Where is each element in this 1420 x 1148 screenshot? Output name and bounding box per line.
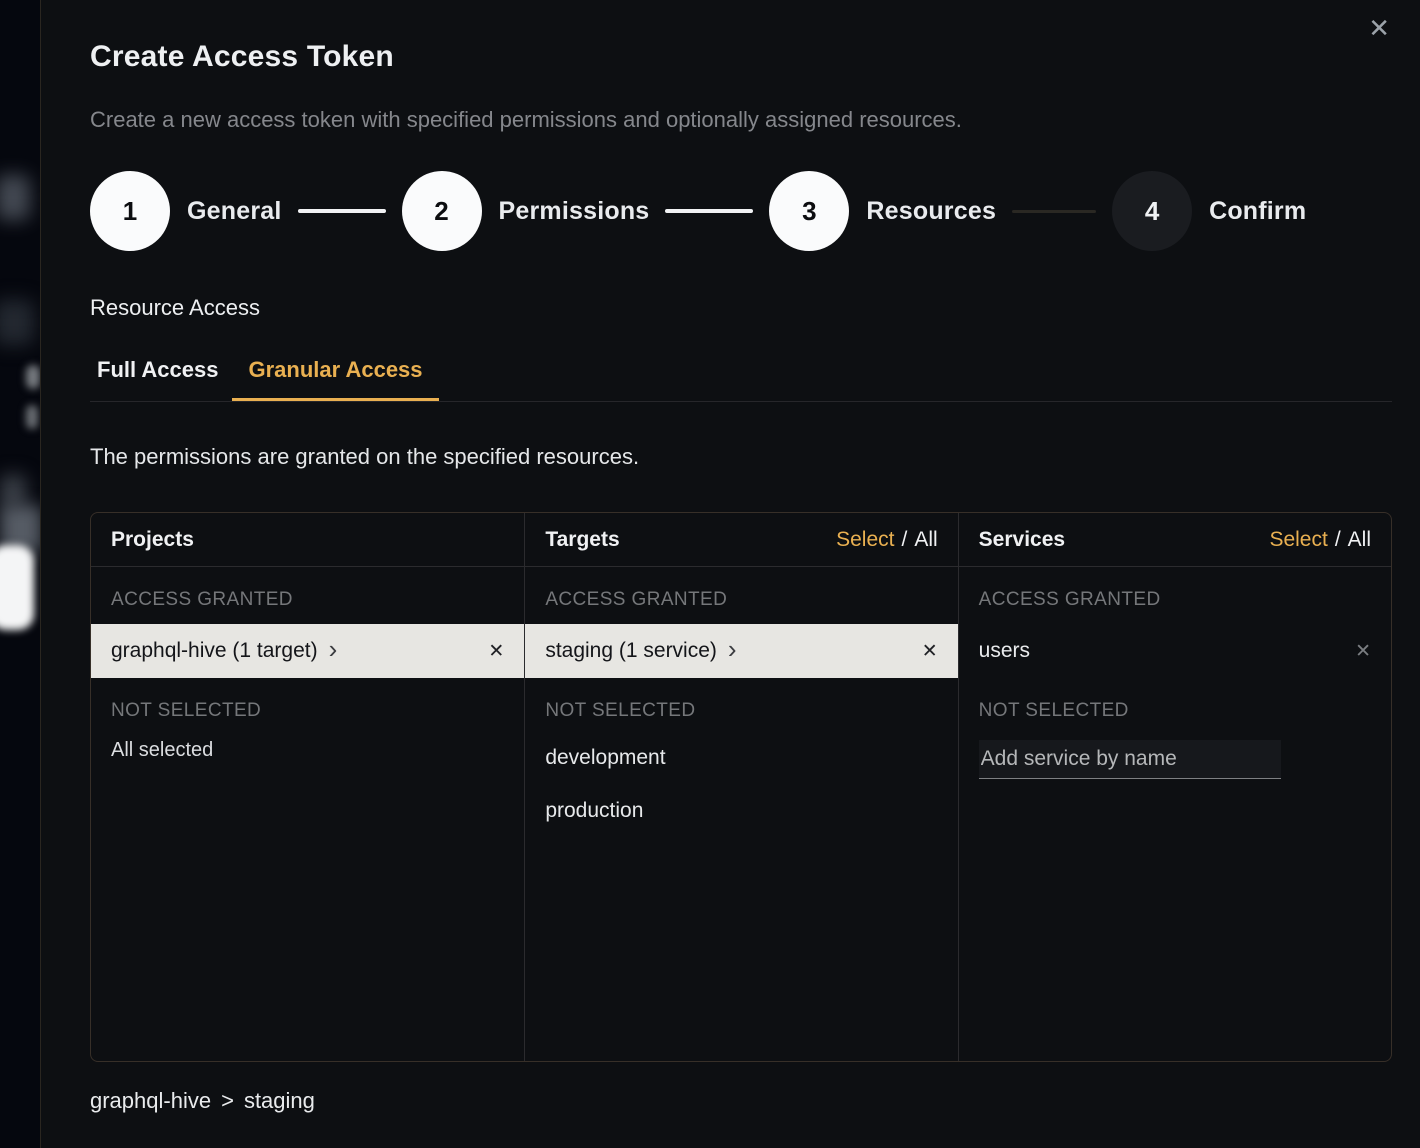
projects-column-header: Projects <box>91 513 524 567</box>
breadcrumb-separator: > <box>221 1088 234 1114</box>
resource-selection-table: Projects ACCESS GRANTED graphql-hive (1 … <box>90 512 1392 1062</box>
backdrop-blurred-button <box>0 545 34 630</box>
remove-service-icon[interactable]: ✕ <box>1355 642 1371 661</box>
step-connector <box>1012 210 1096 213</box>
step-general[interactable]: 1 General <box>90 171 282 251</box>
target-option-development[interactable]: development <box>545 746 937 770</box>
granted-project-name: graphql-hive (1 target) <box>111 639 318 663</box>
step-label-permissions: Permissions <box>499 197 650 226</box>
targets-select-all: Select / All <box>836 528 938 552</box>
stepper: 1 General 2 Permissions 3 Resources 4 Co… <box>90 171 1392 251</box>
services-select-all: Select / All <box>1269 528 1371 552</box>
background-page-strip <box>0 0 41 1148</box>
target-option-production[interactable]: production <box>545 799 937 823</box>
granted-service-name: users <box>979 639 1030 663</box>
modal-subtitle: Create a new access token with specified… <box>90 107 1392 133</box>
step-number-1: 1 <box>90 171 170 251</box>
targets-select-link[interactable]: Select <box>836 528 894 552</box>
targets-not-selected-label: NOT SELECTED <box>545 700 937 722</box>
breadcrumb-target: staging <box>244 1088 315 1114</box>
remove-project-icon[interactable]: ✕ <box>488 642 504 661</box>
remove-target-icon[interactable]: ✕ <box>922 642 938 661</box>
step-label-general: General <box>187 197 282 226</box>
backdrop-blur-shape <box>0 175 30 220</box>
step-number-4: 4 <box>1112 171 1192 251</box>
create-access-token-modal: ✕ Create Access Token Create a new acces… <box>42 0 1420 1148</box>
services-select-link[interactable]: Select <box>1269 528 1327 552</box>
step-confirm[interactable]: 4 Confirm <box>1112 171 1306 251</box>
targets-column-header: Targets Select / All <box>525 513 957 567</box>
granted-target-name: staging (1 service) <box>545 639 717 663</box>
chevron-right-icon: › <box>329 636 338 666</box>
tab-full-access[interactable]: Full Access <box>90 357 240 401</box>
step-connector <box>298 209 386 213</box>
projects-all-selected-note: All selected <box>111 739 504 762</box>
step-label-confirm: Confirm <box>1209 197 1306 226</box>
chevron-right-icon: › <box>728 636 737 666</box>
services-not-selected-label: NOT SELECTED <box>979 700 1371 722</box>
modal-title: Create Access Token <box>90 40 1392 74</box>
access-mode-tabs: Full Access Granular Access <box>90 357 1392 402</box>
resource-access-heading: Resource Access <box>90 295 1392 321</box>
services-column: Services Select / All ACCESS GRANTED use… <box>958 513 1391 1061</box>
targets-column: Targets Select / All ACCESS GRANTED stag… <box>524 513 957 1061</box>
tab-granular-access[interactable]: Granular Access <box>232 357 438 401</box>
step-resources[interactable]: 3 Resources <box>769 171 996 251</box>
select-all-separator: / <box>901 528 907 552</box>
targets-all-link[interactable]: All <box>914 528 937 552</box>
step-connector <box>665 209 753 213</box>
step-number-3: 3 <box>769 171 849 251</box>
backdrop-blur-shape <box>0 300 34 345</box>
step-label-resources: Resources <box>866 197 996 226</box>
step-permissions[interactable]: 2 Permissions <box>402 171 650 251</box>
breadcrumb: graphql-hive > staging <box>90 1088 1392 1114</box>
granted-service-row[interactable]: users ✕ <box>959 624 1391 678</box>
breadcrumb-project: graphql-hive <box>90 1088 211 1114</box>
services-column-title: Services <box>979 528 1065 552</box>
services-column-header: Services Select / All <box>959 513 1391 567</box>
projects-column: Projects ACCESS GRANTED graphql-hive (1 … <box>91 513 524 1061</box>
services-access-granted-label: ACCESS GRANTED <box>979 589 1371 611</box>
close-icon[interactable]: ✕ <box>1362 14 1396 42</box>
projects-column-title: Projects <box>111 528 194 552</box>
projects-access-granted-label: ACCESS GRANTED <box>111 589 504 611</box>
backdrop-blur-shape <box>26 365 40 389</box>
select-all-separator: / <box>1335 528 1341 552</box>
granted-project-row[interactable]: graphql-hive (1 target) › ✕ <box>91 624 524 678</box>
granular-access-description: The permissions are granted on the speci… <box>90 444 1392 470</box>
step-number-2: 2 <box>402 171 482 251</box>
targets-access-granted-label: ACCESS GRANTED <box>545 589 937 611</box>
add-service-input[interactable] <box>979 740 1281 779</box>
targets-column-title: Targets <box>545 528 619 552</box>
services-all-link[interactable]: All <box>1348 528 1371 552</box>
projects-not-selected-label: NOT SELECTED <box>111 700 504 722</box>
backdrop-blur-shape <box>26 405 38 429</box>
granted-target-row[interactable]: staging (1 service) › ✕ <box>525 624 957 678</box>
